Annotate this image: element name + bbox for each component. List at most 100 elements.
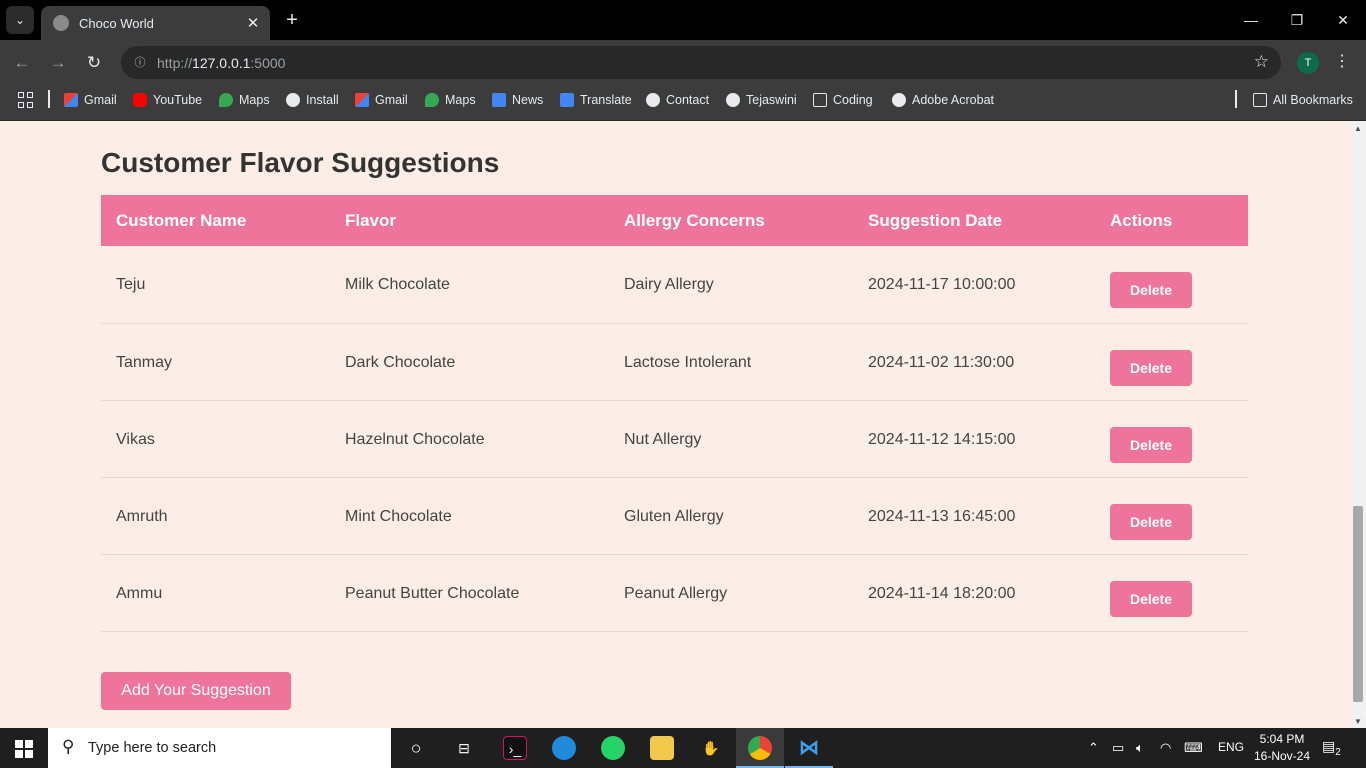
clock-date: 16-Nov-24	[1253, 749, 1311, 763]
column-header-suggestion-date: Suggestion Date	[868, 210, 1003, 230]
table-row: Vikas Hazelnut Chocolate Nut Allergy 202…	[101, 400, 1248, 477]
delete-button[interactable]: Delete	[1110, 426, 1192, 463]
globe-icon	[726, 93, 740, 107]
bookmark-gmail-2[interactable]: Gmail	[355, 91, 408, 109]
bookmark-maps-2[interactable]: Maps	[425, 91, 476, 109]
cell-actions: Delete	[1095, 246, 1248, 323]
cell-date: 2024-11-14 18:20:00	[868, 584, 1016, 602]
apps-grid-icon[interactable]	[18, 92, 34, 108]
cell-actions: Delete	[1095, 400, 1248, 477]
terminal-icon[interactable]: ›_	[503, 736, 527, 760]
bookmark-maps[interactable]: Maps	[219, 91, 270, 109]
clock-time: 5:04 PM	[1259, 732, 1305, 746]
search-placeholder: Type here to search	[88, 740, 217, 756]
bookmark-install[interactable]: Install	[286, 91, 339, 109]
taskbar-search[interactable]: ⚲ Type here to search	[48, 728, 391, 768]
volume-icon[interactable]: 🔈︎	[1136, 740, 1144, 756]
notification-center-icon[interactable]: ▤2	[1322, 738, 1344, 758]
bookmark-coding[interactable]: Coding	[813, 91, 873, 109]
vscode-icon[interactable]: ⋈	[797, 736, 821, 760]
cell-allergy: Dairy Allergy	[624, 276, 714, 293]
cell-actions: Delete	[1095, 323, 1248, 400]
all-bookmarks-button[interactable]: All Bookmarks	[1253, 91, 1353, 109]
bookmarks-bar: Gmail YouTube Maps Install Gmail Maps Ne…	[0, 85, 1366, 121]
scroll-down-icon[interactable]: ▼	[1354, 717, 1362, 726]
url-text[interactable]: http://127.0.0.1:5000	[157, 55, 285, 71]
bookmarks-divider	[48, 90, 50, 108]
page-content: Customer Flavor Suggestions Customer Nam…	[0, 121, 1350, 728]
cell-allergy: Lactose Intolerant	[624, 353, 752, 371]
site-info-icon[interactable]: ⓘ	[129, 52, 151, 74]
cell-customer-name: Tanmay	[116, 353, 173, 371]
page-scrollbar[interactable]: ▲ ▼	[1350, 121, 1366, 728]
table-row: Teju Milk Chocolate Dairy Allergy 2024-1…	[101, 246, 1248, 323]
table-row: Ammu Peanut Butter Chocolate Peanut Alle…	[101, 554, 1248, 631]
forward-icon[interactable]: →	[46, 51, 70, 75]
cell-flavor: Mint Chocolate	[345, 507, 452, 525]
delete-button[interactable]: Delete	[1110, 580, 1192, 617]
close-tab-icon[interactable]: ✕	[244, 14, 262, 32]
battery-icon[interactable]: ▭	[1112, 740, 1124, 756]
file-explorer-icon[interactable]	[650, 736, 674, 760]
add-suggestion-button[interactable]: Add Your Suggestion	[101, 672, 291, 710]
globe-icon	[892, 93, 906, 107]
cell-flavor: Hazelnut Chocolate	[345, 430, 485, 448]
chevron-up-icon[interactable]: ⌃	[1088, 740, 1099, 756]
bookmark-star-icon[interactable]: ☆	[1254, 52, 1269, 72]
address-bar[interactable]: ⓘ http://127.0.0.1:5000 ☆	[121, 46, 1281, 79]
scroll-up-icon[interactable]: ▲	[1354, 124, 1362, 133]
delete-button[interactable]: Delete	[1110, 272, 1192, 308]
globe-icon	[286, 93, 300, 107]
search-icon: ⚲	[62, 737, 75, 756]
more-menu-icon[interactable]: ⋮	[1334, 51, 1350, 71]
cell-allergy: Nut Allergy	[624, 430, 702, 448]
back-icon[interactable]: ←	[10, 51, 34, 75]
bookmark-youtube[interactable]: YouTube	[133, 91, 202, 109]
globe-icon	[53, 15, 69, 31]
cortana-icon[interactable]: ○	[404, 736, 428, 760]
system-clock[interactable]: 5:04 PM 16-Nov-24	[1250, 731, 1314, 765]
maps-icon	[425, 93, 439, 107]
bookmark-contact[interactable]: Contact	[646, 91, 709, 109]
column-header-flavor: Flavor	[345, 210, 397, 230]
wifi-icon[interactable]: ◠	[1160, 740, 1171, 756]
reload-icon[interactable]: ↻	[82, 51, 106, 75]
scroll-thumb[interactable]	[1353, 506, 1363, 702]
minimize-button[interactable]: —	[1236, 8, 1266, 32]
keyboard-icon[interactable]: ⌨	[1184, 740, 1203, 756]
bookmark-tejaswini[interactable]: Tejaswini	[726, 91, 797, 109]
whatsapp-icon[interactable]	[601, 736, 625, 760]
gmail-icon	[64, 93, 78, 107]
news-icon	[492, 93, 506, 107]
task-view-icon[interactable]: ⊟	[452, 736, 476, 760]
browser-toolbar: ← → ↻ ⓘ http://127.0.0.1:5000 ☆	[0, 40, 1366, 85]
bookmark-gmail[interactable]: Gmail	[64, 91, 117, 109]
bookmark-adobe-acrobat[interactable]: Adobe Acrobat	[892, 91, 994, 109]
language-indicator[interactable]: ENG	[1218, 740, 1244, 754]
tab-search-button[interactable]: ⌄	[6, 6, 34, 34]
close-window-button[interactable]: ✕	[1328, 8, 1358, 32]
chevron-down-icon: ⌄	[14, 13, 26, 27]
cell-allergy: Gluten Allergy	[624, 507, 724, 525]
column-header-customer-name: Customer Name	[116, 210, 247, 230]
cell-allergy: Peanut Allergy	[624, 584, 728, 602]
delete-button[interactable]: Delete	[1110, 349, 1192, 386]
youtube-icon	[133, 93, 147, 107]
cell-actions: Delete	[1095, 477, 1248, 554]
new-tab-button[interactable]: +	[281, 8, 303, 32]
column-header-actions: Actions	[1110, 210, 1173, 230]
profile-avatar[interactable]: T	[1297, 52, 1319, 74]
cell-flavor: Milk Chocolate	[345, 276, 450, 293]
folder-icon	[1253, 93, 1267, 107]
app-shortcut-icon[interactable]: ✋	[699, 736, 723, 760]
edge-icon[interactable]	[552, 736, 576, 760]
suggestions-table: Customer Name Flavor Allergy Concerns Su…	[101, 195, 1248, 632]
chrome-taskbar-button[interactable]	[736, 728, 784, 768]
browser-tab-active[interactable]: Choco World ✕	[41, 6, 270, 40]
delete-button[interactable]: Delete	[1110, 503, 1192, 540]
windows-start-icon[interactable]	[15, 740, 33, 758]
restore-button[interactable]: ❐	[1282, 8, 1312, 32]
bookmark-news[interactable]: News	[492, 91, 543, 109]
page-title: Customer Flavor Suggestions	[101, 147, 500, 178]
bookmark-translate[interactable]: Translate	[560, 91, 632, 109]
